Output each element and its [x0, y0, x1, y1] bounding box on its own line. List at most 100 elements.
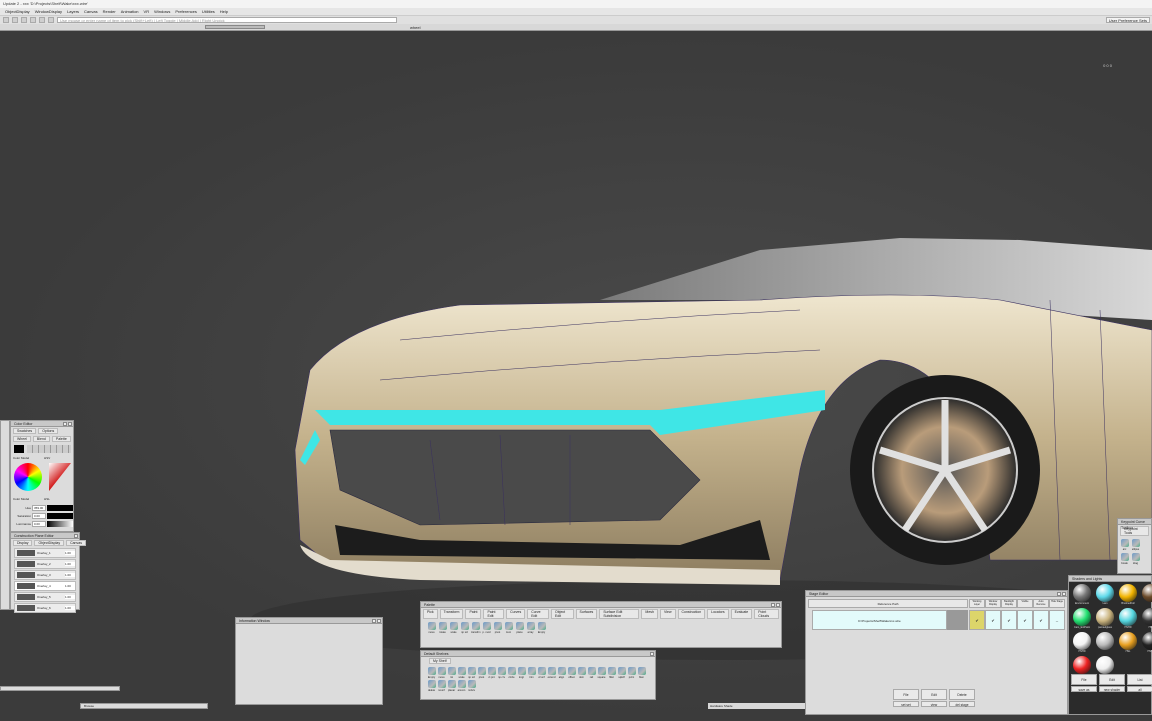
tool-empty[interactable]: Empty [537, 622, 546, 634]
magnet-icon[interactable] [21, 17, 27, 23]
tab-curves[interactable]: Curves [506, 609, 526, 619]
tab-transform[interactable]: Transform [439, 609, 464, 619]
layer-strip[interactable] [0, 420, 10, 610]
shaders-titlebar[interactable]: Shaders and Lights [1069, 576, 1151, 582]
hue-input[interactable]: 359.00 [32, 505, 46, 511]
close-icon[interactable] [650, 652, 654, 656]
tab-pick[interactable]: Pick [423, 609, 438, 619]
menu-objectdisplay[interactable]: ObjectDisplay [34, 540, 65, 546]
tool-skin[interactable]: skin [577, 667, 586, 679]
view-button[interactable]: view [921, 701, 947, 707]
del-stage-button[interactable]: del stage [949, 701, 975, 707]
menu-options[interactable]: Options [38, 428, 59, 434]
menu-display[interactable]: Display [13, 540, 33, 546]
overlay-row[interactable]: Overlay_1 1.00 [14, 548, 76, 558]
overlay-value[interactable]: 1.00 [65, 573, 75, 577]
pin-icon[interactable] [372, 619, 376, 623]
shelves-titlebar[interactable]: Default Shelves [421, 651, 655, 657]
tab-curve-edit[interactable]: Curve Edit [527, 609, 550, 619]
tool-np-scl[interactable]: np scl [460, 622, 469, 634]
tool-pivot[interactable]: pivot [477, 667, 486, 679]
overlay-row[interactable]: Overlay_5 1.00 [14, 592, 76, 602]
overlay-value[interactable]: 1.00 [65, 562, 75, 566]
file-button[interactable]: File [893, 689, 919, 700]
pin-icon[interactable] [1057, 592, 1061, 596]
saturation-slider[interactable] [47, 513, 73, 519]
delete-button[interactable]: Delete [949, 689, 975, 700]
new-shader-button[interactable]: new shader [1099, 686, 1125, 692]
flag-window-display[interactable]: ✔ [985, 610, 1001, 630]
menu-preferences[interactable]: Preferences [175, 8, 197, 15]
luminance-slider[interactable] [47, 521, 73, 527]
close-icon[interactable] [74, 534, 78, 538]
shader-swatch[interactable] [1073, 632, 1091, 650]
flag-auto-remove[interactable]: ✔ [1033, 610, 1049, 630]
tab-wheel[interactable]: Wheel [13, 436, 31, 442]
tool-transfrm[interactable]: transfrm [471, 622, 481, 634]
shader-swatch[interactable] [1096, 608, 1114, 626]
browse-bar[interactable]: Browse [80, 703, 208, 709]
stage-row-path[interactable]: D:\Projects\Shelf\Wake\xxx.wire [812, 610, 947, 630]
tool-plane[interactable]: plane [515, 622, 524, 634]
menu-windowdisplay[interactable]: WindowDisplay [35, 8, 62, 15]
overlay-value[interactable]: 1.00 [65, 606, 75, 610]
tool-move[interactable]: move [427, 622, 436, 634]
tool-array[interactable]: array [526, 622, 535, 634]
tool-rail[interactable]: rail [587, 667, 596, 679]
menu-vr[interactable]: VR [144, 8, 150, 15]
tool-ellipse[interactable]: ellipse [1131, 539, 1140, 551]
palette-titlebar[interactable]: Palette [421, 602, 781, 608]
tool-kngt[interactable]: kngt [517, 667, 526, 679]
menu-animation[interactable]: Animation [121, 8, 139, 15]
list-button[interactable]: List [1127, 674, 1152, 685]
flag-backlight-display[interactable]: ✔ [1001, 610, 1017, 630]
file-button[interactable]: File [1071, 674, 1097, 685]
tool-planar[interactable]: planar [447, 680, 456, 692]
color-model-select[interactable]: HSV [44, 456, 50, 460]
tool-sqkdf[interactable]: sqkdf [617, 667, 626, 679]
user-preference-sets-button[interactable]: User Preference Sets [1105, 17, 1150, 23]
shader-swatch[interactable] [1073, 656, 1091, 674]
select-icon[interactable] [3, 17, 9, 23]
close-icon[interactable] [776, 603, 780, 607]
prompt-input[interactable]: Use mouse or enter name of item to pick … [57, 17, 397, 23]
tool-pivot[interactable]: pivot [493, 622, 502, 634]
swatch-grid[interactable] [27, 445, 71, 453]
tool-scale[interactable]: scale [449, 622, 458, 634]
overlay-value[interactable]: 1.00 [65, 584, 75, 588]
flag-hide-stage[interactable]: – [1049, 610, 1065, 630]
flag-working-layer[interactable]: ✔ [969, 610, 985, 630]
pen-icon[interactable] [30, 17, 36, 23]
tab-locators[interactable]: Locators [707, 609, 729, 619]
tool-empty[interactable]: Empty [427, 667, 436, 679]
tool-np-crv[interactable]: np crv [497, 667, 506, 679]
shader-swatch[interactable] [1142, 584, 1152, 602]
zoom-slider[interactable] [205, 25, 265, 29]
shader-swatch[interactable] [1119, 608, 1137, 626]
tab-paint-edit[interactable]: Paint Edit [483, 609, 505, 619]
menu-utilities[interactable]: Utilities [202, 8, 215, 15]
tool-offset[interactable]: offset [567, 667, 576, 679]
menu-canvas[interactable]: Canvas [66, 540, 86, 546]
tool-break[interactable]: break [1120, 553, 1129, 565]
tab-view[interactable]: View [659, 609, 676, 619]
shader-swatch[interactable] [1096, 632, 1114, 650]
info-titlebar[interactable]: Information Window [236, 618, 382, 624]
tool-blen[interactable]: blen [637, 667, 646, 679]
pin-icon[interactable] [771, 603, 775, 607]
cpe-titlebar[interactable]: Construction Plane Editor [11, 533, 79, 539]
tab-surface-edit-subdivision[interactable]: Surface Edit Subdivision [599, 609, 640, 619]
tab-my-shelf[interactable]: My Shelf [429, 658, 451, 664]
tool-ct-pnt[interactable]: ct pnt [487, 667, 496, 679]
grid-icon[interactable] [48, 17, 54, 23]
menu-objectdisplay[interactable]: ObjectDisplay [5, 8, 30, 15]
tool-rotate[interactable]: rotate [438, 622, 447, 634]
set-set-button[interactable]: set set [893, 701, 919, 707]
menu-layers[interactable]: Layers [67, 8, 79, 15]
stage-titlebar[interactable]: Stage Editor [806, 591, 1067, 597]
status-bar-1[interactable] [0, 686, 120, 691]
all-button[interactable]: all [1127, 686, 1152, 692]
tool-mdsrv[interactable]: mdsrv [467, 680, 476, 692]
tool-fillet[interactable]: fillet [607, 667, 616, 679]
tool-np-scl[interactable]: np scl [467, 667, 476, 679]
